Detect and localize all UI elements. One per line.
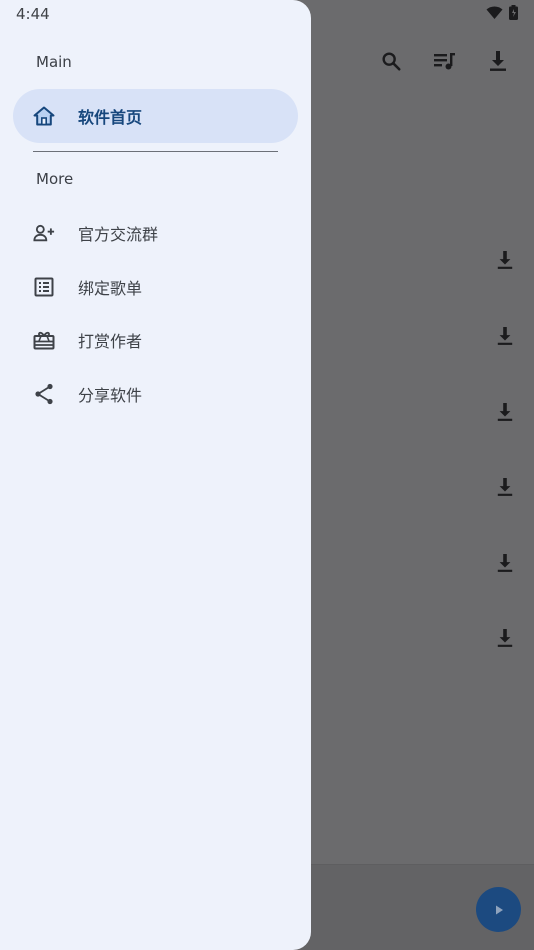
status-time: 4:44	[16, 5, 50, 23]
nav-item-label: 绑定歌单	[78, 279, 143, 298]
list-alt-icon	[33, 276, 55, 298]
nav-item-label: 打赏作者	[78, 332, 143, 351]
nav-item-bind-playlist[interactable]: 绑定歌单	[13, 260, 298, 314]
search-icon[interactable]	[378, 48, 404, 74]
nav-item-donate[interactable]: 打赏作者	[13, 313, 298, 367]
play-button[interactable]	[476, 887, 521, 932]
wifi-icon	[486, 6, 503, 19]
nav-item-label: 分享软件	[78, 386, 143, 405]
row-download-icon[interactable]	[494, 626, 516, 650]
battery-icon	[509, 5, 518, 20]
navigation-drawer: 4:44 Main 软件首页 More 官方交流群 绑定歌单 打赏作者 分享软件	[0, 0, 311, 950]
add-person-icon	[33, 222, 55, 244]
nav-item-home[interactable]: 软件首页	[13, 89, 298, 143]
nav-item-share[interactable]: 分享软件	[13, 367, 298, 421]
row-download-icon[interactable]	[494, 400, 516, 424]
row-download-icon[interactable]	[494, 324, 516, 348]
row-download-icon[interactable]	[494, 551, 516, 575]
status-icons	[486, 5, 518, 20]
download-icon[interactable]	[485, 48, 511, 74]
nav-item-group[interactable]: 官方交流群	[13, 206, 298, 260]
gift-icon	[33, 329, 55, 351]
row-download-icon[interactable]	[494, 475, 516, 499]
home-icon	[33, 105, 55, 127]
section-title-more: More	[36, 170, 74, 188]
row-download-icon[interactable]	[494, 248, 516, 272]
nav-item-label: 官方交流群	[78, 225, 159, 244]
play-icon	[495, 905, 503, 914]
share-icon	[33, 383, 55, 405]
playlist-music-icon[interactable]	[432, 48, 458, 74]
section-divider	[33, 151, 278, 152]
nav-item-label: 软件首页	[78, 108, 143, 127]
section-title-main: Main	[36, 53, 72, 71]
